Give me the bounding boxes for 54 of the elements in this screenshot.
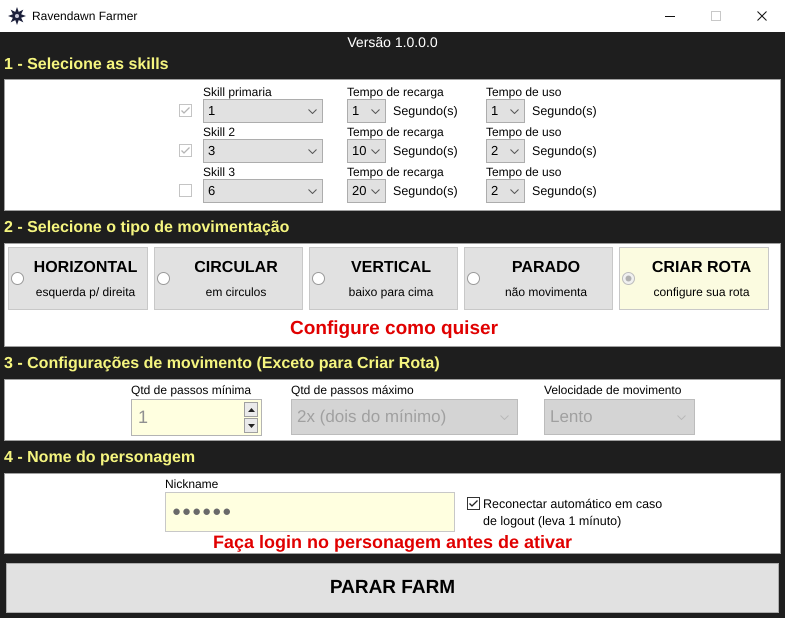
movement-option-button[interactable]: CRIAR ROTA configure sua rota	[619, 247, 769, 310]
unit-label: Segundo(s)	[393, 182, 458, 200]
chevron-down-icon	[371, 188, 380, 194]
chevron-down-icon	[500, 414, 509, 420]
spiky-emblem-icon	[8, 7, 26, 25]
max-steps-label: Qtd de passos máximo	[291, 383, 415, 397]
chevron-down-icon	[510, 188, 519, 194]
unit-label: Segundo(s)	[532, 102, 597, 120]
unit-label: Segundo(s)	[532, 182, 597, 200]
chevron-down-icon	[510, 148, 519, 154]
nickname-label: Nickname	[165, 477, 220, 491]
section-heading: 3 - Configurações de movimento (Exceto para Criar Rota)	[4, 354, 441, 374]
maximize-icon	[711, 11, 721, 21]
up-triangle-icon	[248, 408, 254, 412]
warning-text: Faça login no personagem antes de ativar	[212, 531, 574, 553]
duration-label: Tempo de uso	[486, 165, 562, 179]
window-title: Ravendawn Farmer	[32, 8, 138, 25]
skill-label: Skill primaria	[203, 85, 273, 99]
close-icon	[757, 11, 767, 21]
chevron-down-icon	[308, 148, 317, 154]
cooldown-label: Tempo de recarga	[347, 125, 445, 139]
movement-option-button[interactable]: HORIZONTAL esquerda p/ direita	[8, 247, 148, 310]
section-heading: 1 - Selecione as skills	[4, 55, 170, 75]
version-label: Versão 1.0.0.0	[346, 33, 439, 52]
password-field[interactable]: ●●●●●●	[165, 492, 455, 532]
cooldown-label: Tempo de recarga	[347, 85, 445, 99]
checkbox[interactable]	[467, 497, 480, 510]
duration-label: Tempo de uso	[486, 85, 562, 99]
chevron-down-icon	[677, 414, 686, 420]
stop-farm-button[interactable]: PARAR FARM	[6, 563, 779, 613]
spin-up-button[interactable]	[244, 402, 258, 417]
skill-label: Skill 3	[203, 165, 236, 179]
skill-label: Skill 2	[203, 125, 236, 139]
chevron-down-icon	[308, 108, 317, 114]
movement-option-button[interactable]: PARADO não movimenta	[464, 247, 613, 310]
unit-label: Segundo(s)	[532, 142, 597, 160]
unit-label: Segundo(s)	[393, 102, 458, 120]
duration-label: Tempo de uso	[486, 125, 562, 139]
section-heading: 4 - Nome do personagem	[4, 448, 196, 468]
chevron-down-icon	[510, 108, 519, 114]
section-heading: 2 - Selecione o tipo de movimentação	[4, 218, 290, 238]
unit-label: Segundo(s)	[393, 142, 458, 160]
chevron-down-icon	[371, 148, 380, 154]
spin-down-button[interactable]	[244, 418, 258, 433]
speed-label: Velocidade de movimento	[544, 383, 682, 397]
cooldown-label: Tempo de recarga	[347, 165, 445, 179]
movement-option-button[interactable]: VERTICAL baixo para cima	[309, 247, 458, 310]
chevron-down-icon	[308, 188, 317, 194]
down-triangle-icon	[248, 424, 254, 428]
chevron-down-icon	[371, 108, 380, 114]
checkbox-label: Reconectar automático em caso de logout (leva 1 mínuto)	[483, 496, 664, 530]
warning-text: Configure como quiser	[289, 317, 499, 341]
movement-option-button[interactable]: CIRCULAR em circulos	[154, 247, 303, 310]
min-steps-label: Qtd de passos mínima	[131, 383, 252, 397]
